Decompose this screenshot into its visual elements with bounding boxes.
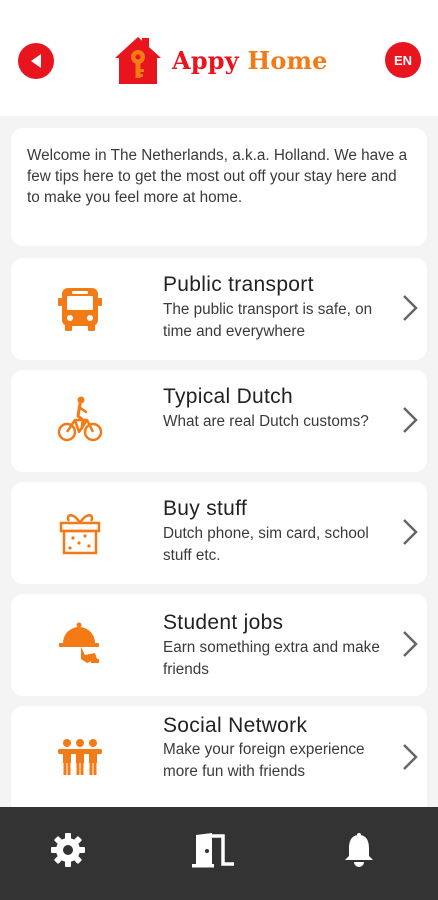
card-title: Typical Dutch [163,385,293,408]
card-title: Student jobs [163,611,284,634]
card-student-jobs[interactable]: Student jobs Earn something extra and ma… [11,594,427,696]
people-group-icon [58,739,102,775]
app-header: Appy Home EN [0,0,438,116]
bottom-navigation [0,807,438,900]
card-description: What are real Dutch customs? [163,413,369,430]
logo-word-home: Home [247,45,328,75]
chevron-right-icon [403,631,418,657]
chevron-right-icon [403,407,418,433]
card-description: Dutch phone, sim card, school stuff etc. [163,525,369,564]
card-public-transport[interactable]: Public transport The public transport is… [11,258,427,360]
chevron-right-icon [403,744,418,770]
card-description: Earn something extra and make friends [163,639,380,678]
notifications-button[interactable] [334,825,384,875]
chevron-right-icon [403,295,418,321]
logo-word-appy: Appy [172,45,239,75]
settings-button[interactable] [43,825,93,875]
intro-text: Welcome in The Netherlands, a.k.a. Holla… [27,147,408,206]
house-key-icon [115,37,161,84]
card-social-network[interactable]: Social Network Make your foreign experie… [11,706,427,816]
gear-icon [51,833,85,867]
cyclist-icon [57,396,103,442]
chevron-right-icon [403,519,418,545]
serving-tray-icon [59,622,99,663]
exit-button[interactable] [188,825,238,875]
app-logo: Appy Home [112,34,332,86]
back-button[interactable] [18,43,54,79]
card-title: Social Network [163,714,308,737]
card-description: The public transport is safe, on time an… [163,301,373,340]
logo-text: Appy Home [172,46,328,75]
card-typical-dutch[interactable]: Typical Dutch What are real Dutch custom… [11,370,427,472]
bus-icon [58,288,102,331]
back-arrow-icon [31,54,41,68]
card-description: Make your foreign experience more fun wi… [163,741,365,780]
card-buy-stuff[interactable]: Buy stuff Dutch phone, sim card, school … [11,482,427,584]
card-title: Buy stuff [163,497,248,520]
gift-box-icon [59,514,101,555]
intro-card: Welcome in The Netherlands, a.k.a. Holla… [11,128,427,246]
language-button[interactable]: EN [385,42,421,78]
door-exit-icon [192,833,234,868]
bell-icon [345,833,373,867]
card-title: Public transport [163,273,314,296]
